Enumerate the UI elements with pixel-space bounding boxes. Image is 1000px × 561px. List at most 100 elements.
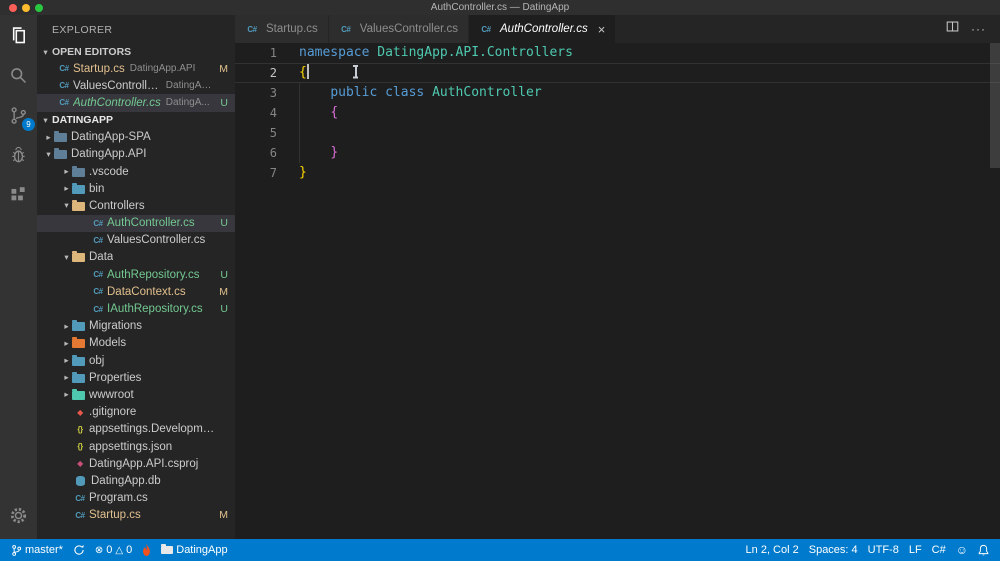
extensions-icon[interactable]: [0, 175, 37, 215]
code-text: }: [330, 145, 339, 160]
open-editor-item[interactable]: C# ValuesController.cs DatingApp...: [37, 77, 235, 94]
chevron-right-icon[interactable]: ▸: [61, 372, 72, 383]
open-editor-item[interactable]: C# AuthController.cs DatingA... U: [37, 94, 235, 112]
open-editors-header[interactable]: ▾ OPEN EDITORS: [37, 44, 235, 60]
explorer-icon[interactable]: [0, 15, 37, 55]
code-line[interactable]: 2{: [235, 63, 1000, 83]
code-editor[interactable]: 1 namespace DatingApp.API.Controllers 2{3 …: [235, 43, 1000, 539]
code-text: public class AuthController: [330, 85, 542, 100]
csharp-file-icon: C#: [75, 493, 85, 503]
minimize-window-button[interactable]: [22, 3, 30, 12]
encoding-indicator[interactable]: UTF-8: [863, 544, 904, 556]
folder-icon: [72, 371, 85, 383]
code-line[interactable]: 5: [235, 123, 1000, 143]
folder-icon: [72, 337, 85, 349]
indentation-indicator[interactable]: Spaces: 4: [804, 544, 863, 556]
tree-item[interactable]: ▸ Migrations: [37, 318, 235, 335]
folder-icon: [72, 320, 85, 332]
tree-item[interactable]: ▾ DatingApp.API: [37, 146, 235, 163]
tab-close-icon[interactable]: ×: [598, 23, 606, 36]
error-count: 0: [106, 544, 113, 556]
tree-item[interactable]: C# Startup.cs M: [37, 507, 235, 524]
editor-tab[interactable]: C# Startup.cs: [235, 15, 329, 43]
tree-item[interactable]: ▸ bin: [37, 180, 235, 197]
chevron-right-icon[interactable]: ▸: [61, 338, 72, 349]
csharp-file-icon: C#: [59, 98, 69, 108]
git-branch-indicator[interactable]: master*: [6, 539, 68, 561]
window-controls: [9, 3, 43, 12]
close-window-button[interactable]: [9, 3, 17, 12]
tree-item[interactable]: DatingApp.db: [37, 472, 235, 489]
code-line[interactable]: 1 namespace DatingApp.API.Controllers: [235, 43, 1000, 63]
cursor-position-indicator[interactable]: Ln 2, Col 2: [741, 544, 804, 556]
search-icon[interactable]: [0, 55, 37, 95]
editor-tab[interactable]: C# AuthController.cs ×: [469, 15, 617, 43]
git-status-badge: M: [219, 509, 228, 522]
settings-gear-icon[interactable]: [0, 495, 37, 535]
chevron-right-icon[interactable]: ▸: [43, 132, 54, 143]
eol-indicator[interactable]: LF: [904, 544, 927, 556]
tree-item[interactable]: C# AuthRepository.cs U: [37, 266, 235, 283]
window-title: AuthController.cs — DatingApp: [430, 2, 570, 13]
chevron-right-icon[interactable]: ▸: [61, 183, 72, 194]
code-line[interactable]: 4 {: [235, 103, 1000, 123]
encoding: UTF-8: [867, 544, 899, 556]
tree-item[interactable]: C# AuthController.cs U: [37, 214, 235, 232]
chevron-right-icon[interactable]: ▸: [61, 355, 72, 366]
chevron-down-icon[interactable]: ▾: [61, 200, 72, 211]
tree-folder-name: Data: [89, 251, 114, 264]
tree-item[interactable]: C# ValuesController.cs: [37, 232, 235, 249]
project-section-header[interactable]: ▾ DATINGAPP: [37, 112, 235, 129]
tree-file-name: Startup.cs: [89, 509, 141, 522]
chevron-right-icon[interactable]: ▸: [61, 321, 72, 332]
line-number: 3: [269, 86, 277, 100]
tree-folder-name: .vscode: [89, 165, 129, 178]
tree-file-name: IAuthRepository.cs: [107, 303, 203, 316]
feedback-smiley-icon[interactable]: ☺: [951, 544, 973, 556]
tree-item[interactable]: ▸ Properties: [37, 369, 235, 386]
chevron-down-icon: ▾: [43, 46, 48, 57]
project-indicator[interactable]: DatingApp: [156, 539, 232, 561]
tree-item[interactable]: ▾ Controllers: [37, 197, 235, 214]
tree-item[interactable]: ▸ DatingApp-SPA: [37, 129, 235, 146]
tree-item[interactable]: ◆ DatingApp.API.csproj: [37, 455, 235, 472]
language-mode: C#: [931, 544, 946, 556]
tree-item[interactable]: ▸ obj: [37, 352, 235, 369]
code-line[interactable]: 7}: [235, 163, 1000, 183]
language-indicator[interactable]: C#: [927, 544, 951, 556]
notifications-bell-icon[interactable]: [973, 544, 994, 557]
sync-button[interactable]: [68, 539, 90, 561]
more-actions-icon[interactable]: ···: [971, 22, 986, 36]
git-status-badge: U: [220, 217, 228, 230]
tree-item[interactable]: ▸ Models: [37, 335, 235, 352]
json-file-icon: {}: [77, 442, 83, 452]
code-line[interactable]: 6 }: [235, 143, 1000, 163]
open-editor-item[interactable]: C# Startup.cs DatingApp.API M: [37, 60, 235, 77]
tree-item[interactable]: {} appsettings.json: [37, 438, 235, 455]
chevron-right-icon[interactable]: ▸: [61, 166, 72, 177]
tree-item[interactable]: ▾ Data: [37, 249, 235, 266]
problems-indicator[interactable]: ⊗ 0 △ 0: [90, 539, 137, 561]
zoom-window-button[interactable]: [35, 3, 43, 12]
source-control-icon[interactable]: 9: [0, 95, 37, 135]
code-line[interactable]: 3 public class AuthController: [235, 83, 1000, 103]
tree-item[interactable]: {} appsettings.Development.js...: [37, 421, 235, 438]
editor-scrollbar[interactable]: [990, 43, 1000, 168]
chevron-down-icon[interactable]: ▾: [61, 252, 72, 263]
tree-item[interactable]: C# IAuthRepository.cs U: [37, 300, 235, 317]
editor-tab[interactable]: C# ValuesController.cs: [328, 15, 470, 43]
tree-item[interactable]: C# Program.cs: [37, 490, 235, 507]
split-editor-icon[interactable]: [946, 20, 959, 38]
flame-indicator[interactable]: [137, 539, 156, 561]
tab-label: Startup.cs: [266, 23, 318, 35]
tree-item[interactable]: C# DataContext.cs M: [37, 283, 235, 300]
tree-item[interactable]: ▸ wwwroot: [37, 386, 235, 403]
chevron-right-icon[interactable]: ▸: [61, 389, 72, 400]
tree-item[interactable]: ◆ .gitignore: [37, 404, 235, 421]
activity-bar: 9: [0, 15, 37, 539]
warning-icon: △: [115, 544, 124, 556]
tree-item[interactable]: ▸ .vscode: [37, 163, 235, 180]
chevron-down-icon[interactable]: ▾: [43, 149, 54, 160]
tree-file-name: ValuesController.cs: [107, 234, 206, 247]
debug-icon[interactable]: [0, 135, 37, 175]
